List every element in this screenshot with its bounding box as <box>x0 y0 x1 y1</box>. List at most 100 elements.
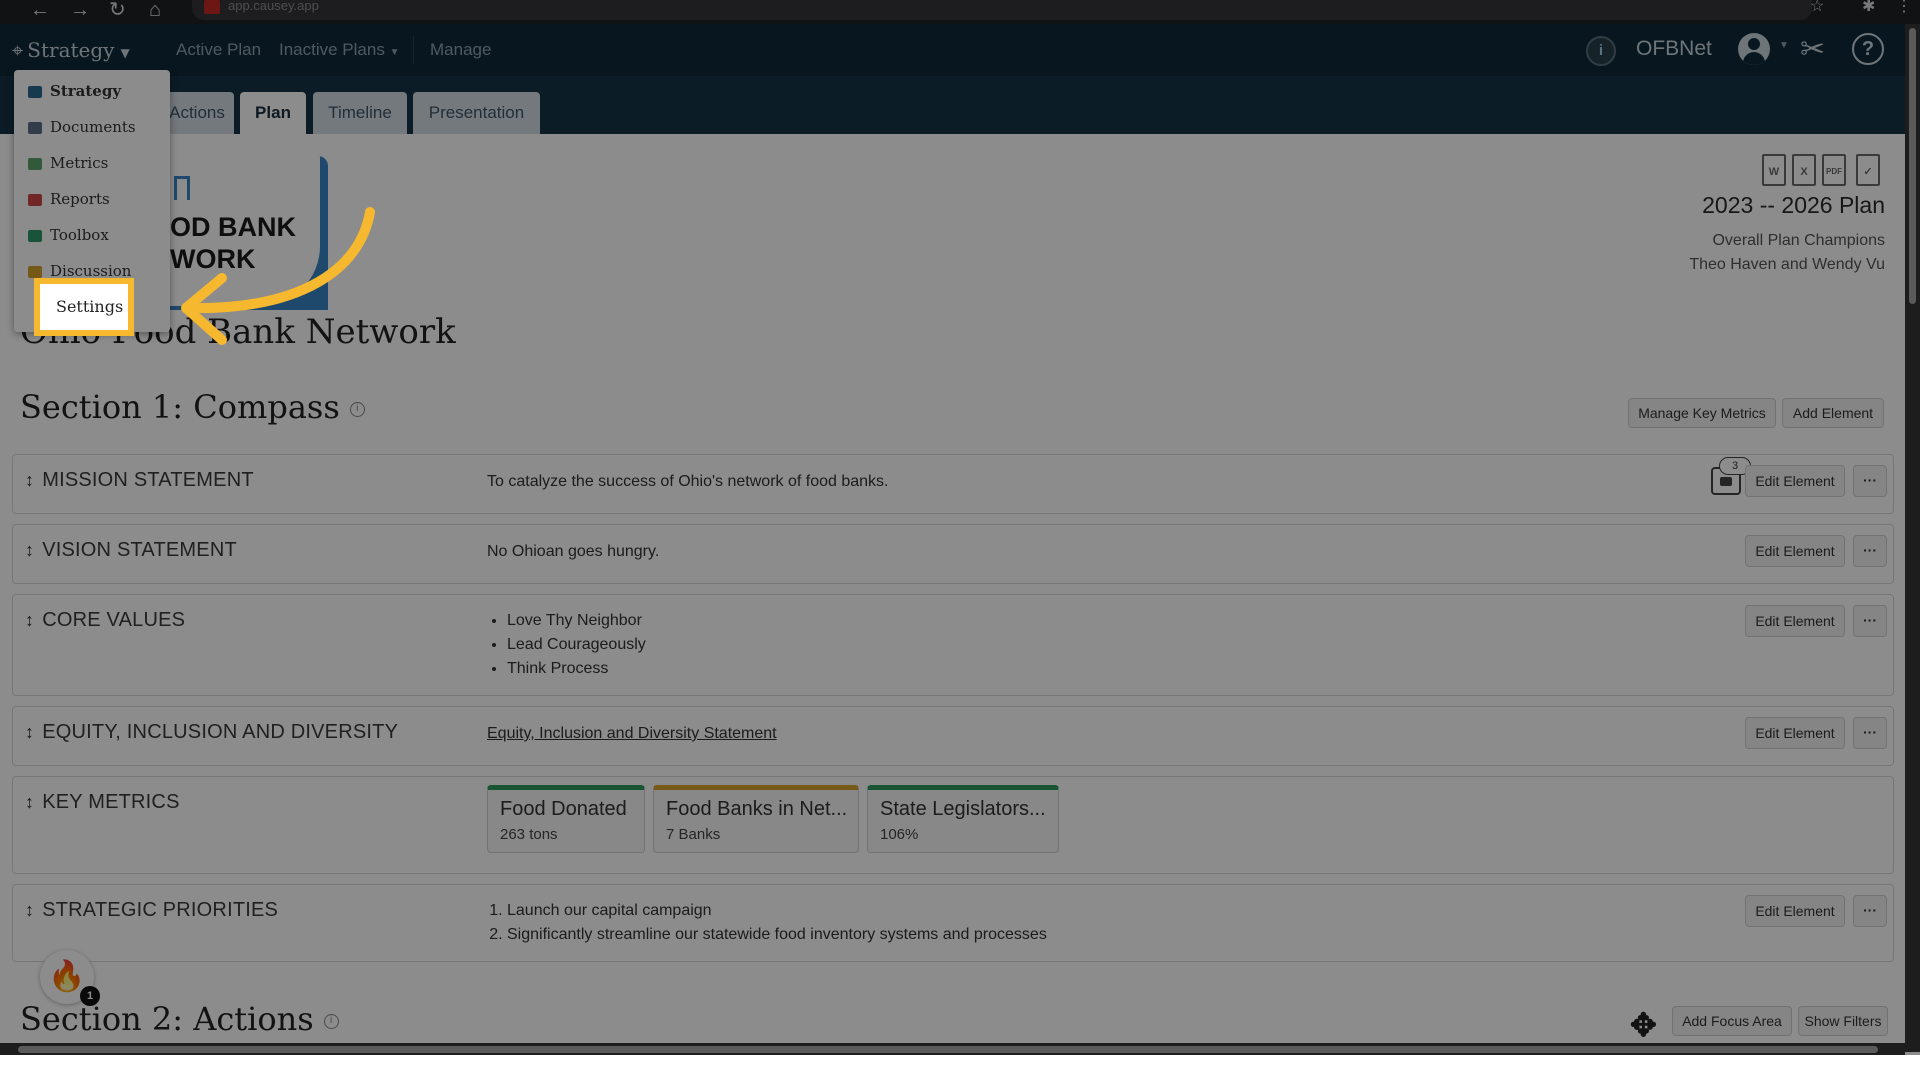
element-label: ↕ VISION STATEMENT <box>25 539 237 562</box>
section-title-text: Section 1: Compass <box>20 388 340 426</box>
tab-timeline[interactable]: Timeline <box>313 92 407 134</box>
element-value: No Ohioan goes hungry. <box>487 543 660 560</box>
info-icon[interactable]: i <box>323 1014 339 1029</box>
core-values-list: Love Thy Neighbor Lead Courageously Thin… <box>487 609 646 681</box>
manage-key-metrics-button[interactable]: Manage Key Metrics <box>1628 398 1776 428</box>
forward-arrow-icon[interactable]: → <box>70 0 90 20</box>
drag-handle-icon[interactable]: ↕ <box>25 470 34 490</box>
scrollbar-thumb[interactable] <box>18 1046 1878 1053</box>
champions-label: Overall Plan Champions <box>1712 232 1885 249</box>
extensions-icon[interactable]: ✱ <box>1862 0 1875 15</box>
chevron-down-icon[interactable]: ▼ <box>1779 40 1789 51</box>
element-label-text: KEY METRICS <box>42 791 180 813</box>
plan-title: 2023 -- 2026 Plan <box>1702 192 1885 218</box>
strategy-menu-toggle[interactable]: ⌖ Strategy ▼ <box>12 38 130 62</box>
more-options-button[interactable]: ··· <box>1853 717 1887 749</box>
drag-handle-icon[interactable]: ↕ <box>25 610 34 630</box>
edit-element-button[interactable]: Edit Element <box>1745 895 1845 927</box>
tab-actions[interactable]: Actions <box>160 92 234 134</box>
collapse-icon[interactable]: ✥ <box>1630 1006 1657 1044</box>
element-key-metrics: ↕ KEY METRICS Food Donated 263 tons Food … <box>12 776 1894 874</box>
drag-handle-icon[interactable]: ↕ <box>25 900 34 920</box>
pdf-export-icon[interactable]: PDF <box>1822 154 1846 186</box>
metric-value: 7 Banks <box>666 826 721 843</box>
bookmark-star-icon[interactable]: ☆ <box>1810 0 1824 15</box>
edit-element-button[interactable]: Edit Element <box>1745 605 1845 637</box>
list-item: Launch our capital campaign <box>507 899 1047 923</box>
metric-card-food-banks[interactable]: Food Banks in Net... 7 Banks <box>653 785 859 853</box>
help-icon[interactable]: ? <box>1852 33 1884 65</box>
browser-menu-icon[interactable]: ⋮ <box>1896 0 1912 15</box>
scrollbar-thumb[interactable] <box>1909 28 1916 304</box>
nav-divider <box>413 36 414 64</box>
metric-name: Food Banks in Net... <box>666 798 848 820</box>
more-options-button[interactable]: ··· <box>1853 535 1887 567</box>
drag-handle-icon[interactable]: ↕ <box>25 722 34 742</box>
home-icon[interactable]: ⌂ <box>149 0 161 20</box>
excel-export-icon[interactable]: X <box>1792 154 1816 186</box>
edit-element-button[interactable]: Edit Element <box>1745 535 1845 567</box>
tab-plan[interactable]: Plan <box>240 92 306 134</box>
drag-handle-icon[interactable]: ↕ <box>25 540 34 560</box>
element-mission-statement: ↕ MISSION STATEMENT To catalyze the succe… <box>12 454 1894 514</box>
fork-icon <box>174 176 190 200</box>
url-text[interactable]: app.causey.app <box>228 0 319 12</box>
element-label-text: VISION STATEMENT <box>42 539 237 561</box>
info-icon[interactable]: i <box>349 402 365 417</box>
element-label: ↕ EQUITY, INCLUSION AND DIVERSITY <box>25 721 398 744</box>
element-value: To catalyze the success of Ohio's networ… <box>487 473 889 490</box>
metric-card-food-donated[interactable]: Food Donated 263 tons <box>487 785 645 853</box>
list-item: Lead Courageously <box>507 633 646 657</box>
metric-name: State Legislators... <box>880 798 1046 820</box>
more-options-button[interactable]: ··· <box>1853 605 1887 637</box>
org-badge-icon[interactable]: i <box>1586 36 1616 66</box>
nav-manage[interactable]: Manage <box>430 40 491 60</box>
add-focus-area-button[interactable]: Add Focus Area <box>1672 1006 1792 1036</box>
app-header: ⌖ Strategy ▼ Active Plan Inactive Plans ▼ … <box>0 24 1905 76</box>
metric-card-state-legislators[interactable]: State Legislators... 106% <box>867 785 1059 853</box>
tools-icon[interactable]: ✂ <box>1800 32 1825 67</box>
nav-inactive-plans[interactable]: Inactive Plans ▼ <box>279 40 399 60</box>
back-arrow-icon[interactable]: ← <box>30 0 50 20</box>
element-vision-statement: ↕ VISION STATEMENT No Ohioan goes hungry.… <box>12 524 1894 584</box>
metric-name: Food Donated <box>500 798 627 820</box>
equity-statement-link[interactable]: Equity, Inclusion and Diversity Statemen… <box>487 725 777 743</box>
add-element-button[interactable]: Add Element <box>1782 398 1884 428</box>
priorities-list: Launch our capital campaign Significantl… <box>487 899 1047 947</box>
element-label: ↕ MISSION STATEMENT <box>25 469 254 492</box>
address-bar[interactable]: app.causey.app <box>192 0 1812 20</box>
calendar-check-icon[interactable]: ✓ <box>1856 154 1880 186</box>
section-title: Section 2: Actions i <box>20 1000 339 1038</box>
element-strategic-priorities: ↕ STRATEGIC PRIORITIES Launch our capital… <box>12 884 1894 962</box>
element-label-text: STRATEGIC PRIORITIES <box>42 899 279 921</box>
metric-value: 263 tons <box>500 826 558 843</box>
vertical-scrollbar[interactable] <box>1905 24 1920 1052</box>
list-item: Significantly streamline our statewide f… <box>507 923 1047 947</box>
show-filters-button[interactable]: Show Filters <box>1798 1006 1888 1036</box>
tab-presentation[interactable]: Presentation <box>413 92 540 134</box>
drag-handle-icon[interactable]: ↕ <box>25 792 34 812</box>
target-icon: ⌖ <box>12 38 24 62</box>
avatar[interactable] <box>1738 33 1770 65</box>
browser-toolbar: ← → ↻ ⌂ app.causey.app ☆ ✱ ⋮ <box>0 0 1920 24</box>
element-core-values: ↕ CORE VALUES Love Thy Neighbor Lead Cour… <box>12 594 1894 696</box>
menu-item-settings[interactable]: Settings <box>34 278 134 336</box>
reload-icon[interactable]: ↻ <box>109 0 126 20</box>
more-options-button[interactable]: ··· <box>1853 895 1887 927</box>
brand-label: Strategy <box>27 38 115 62</box>
element-label-text: CORE VALUES <box>42 609 186 631</box>
edit-element-button[interactable]: Edit Element <box>1745 717 1845 749</box>
word-export-icon[interactable]: W <box>1762 154 1786 186</box>
export-icons: W X PDF ✓ <box>1762 154 1890 190</box>
edit-element-button[interactable]: Edit Element <box>1745 465 1845 497</box>
chevron-down-icon: ▼ <box>389 47 400 58</box>
more-options-button[interactable]: ··· <box>1853 465 1887 497</box>
menu-item-label: Settings <box>56 297 124 316</box>
nav-inactive-plans-label: Inactive Plans <box>279 40 385 59</box>
page-bottom-area <box>0 1055 1920 1080</box>
nav-active-plan[interactable]: Active Plan <box>176 40 261 60</box>
element-equity-inclusion-diversity: ↕ EQUITY, INCLUSION AND DIVERSITY Equity,… <box>12 706 1894 766</box>
element-label: ↕ KEY METRICS <box>25 791 180 814</box>
horizontal-scrollbar[interactable] <box>0 1043 1905 1055</box>
org-name[interactable]: OFBNet <box>1636 37 1712 61</box>
